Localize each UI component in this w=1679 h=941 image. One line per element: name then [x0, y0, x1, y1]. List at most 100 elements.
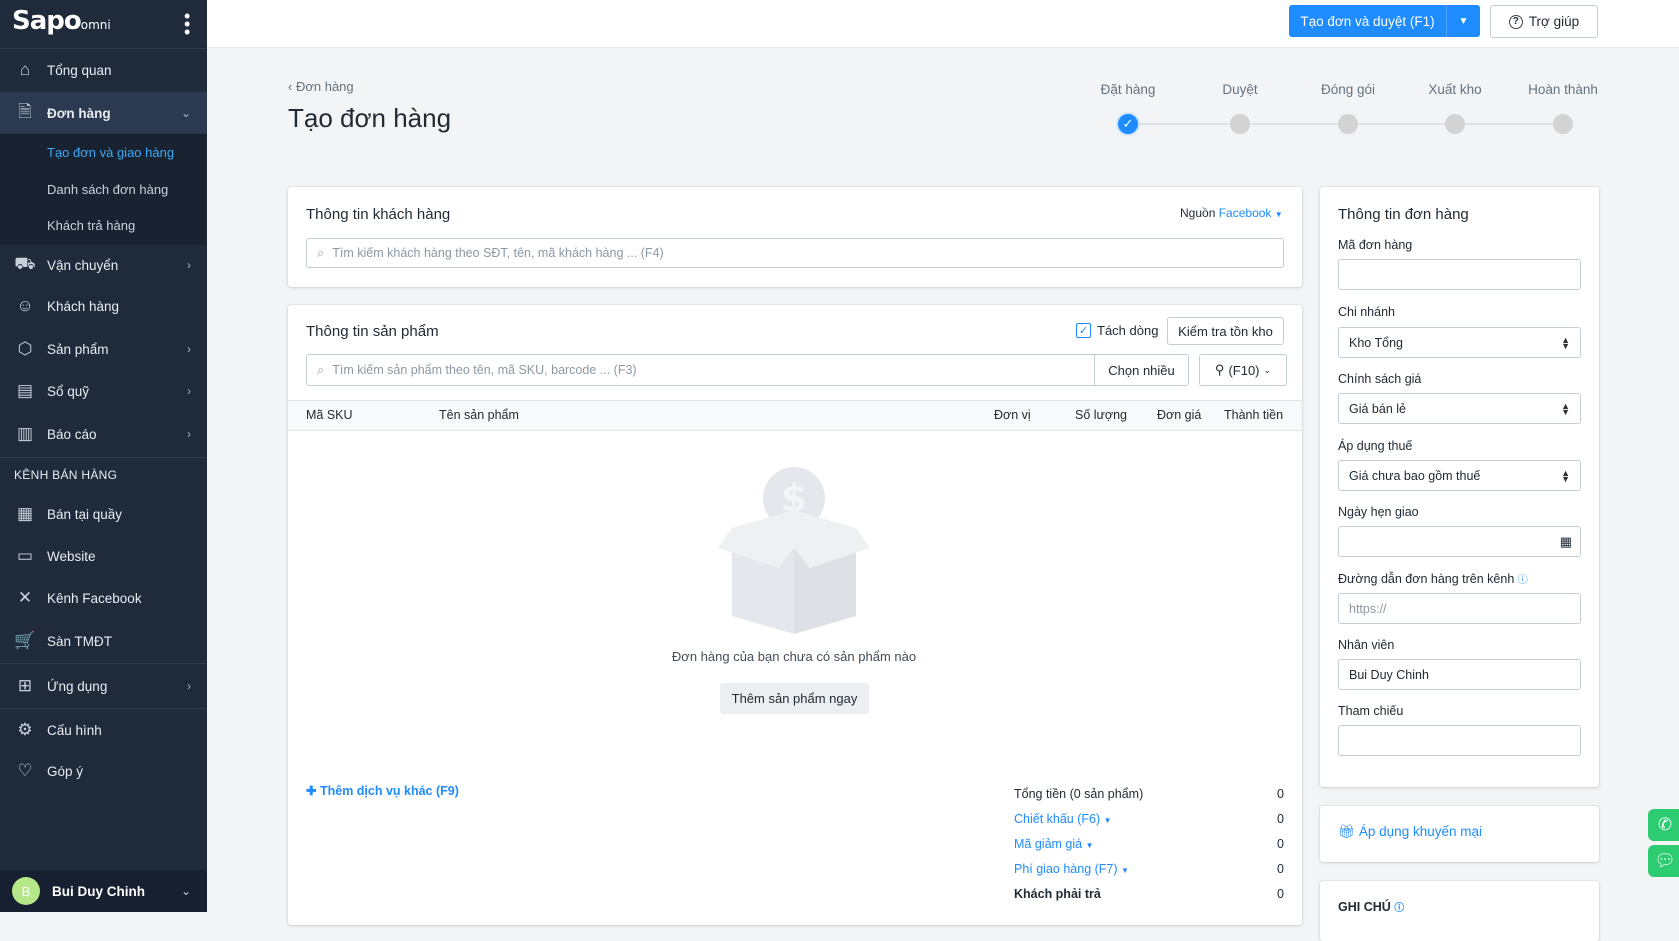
add-product-now-button[interactable]: Thêm sản phẩm ngay	[720, 683, 869, 714]
label: Chiết khấu (F6)	[1014, 812, 1101, 826]
promo-label: Áp dụng khuyến mại	[1358, 824, 1482, 839]
coupon-dropdown[interactable]: Mã giảm giá ▼	[1014, 837, 1094, 851]
submenu-order-list[interactable]: Danh sách đơn hàng	[47, 182, 168, 197]
chevron-down-icon: ⌄	[1263, 364, 1272, 375]
empty-message: Đơn hàng của bạn chưa có sản phẩm nào	[671, 649, 917, 664]
updown-icon: ▲ ▼	[1561, 334, 1570, 351]
channel-link-label: Đường dẫn đơn hàng trên kênh ⓘ	[1338, 571, 1528, 586]
sidebar-item-pos[interactable]: ▦ Bán tại quầy	[0, 494, 207, 534]
label: Cấu hình	[47, 722, 102, 738]
selected-value: Giá chưa bao gồm thuế	[1349, 468, 1481, 483]
summary-total-value: 0	[1277, 787, 1284, 801]
phone-icon[interactable]: ✆	[1648, 809, 1679, 841]
updown-icon: ▲ ▼	[1561, 467, 1570, 484]
summary-shipping-value: 0	[1277, 862, 1284, 876]
info-icon[interactable]: ⓘ	[1394, 903, 1404, 914]
col-total: Thành tiền	[1224, 408, 1284, 422]
step-label: Đặt hàng	[1100, 82, 1156, 97]
scanner-icon: ⚲	[1214, 362, 1225, 377]
add-service-link[interactable]: ✚ Thêm dịch vụ khác (F9)	[306, 783, 459, 798]
label: Bán tại quầy	[47, 506, 123, 522]
sidebar-item-overview[interactable]: ⌂ Tổng quan	[0, 50, 207, 90]
sidebar: Sapoomni • • • ⌂ Tổng quan 🗎 Đơn hàng ⌄ Tạo đ…	[0, 0, 207, 912]
price-policy-label: Chính sách giá	[1338, 372, 1422, 386]
caret-down-icon[interactable]: ▼	[1446, 5, 1480, 37]
branch-select[interactable]: Kho Tổng ▲ ▼	[1338, 327, 1581, 358]
chat-icon[interactable]: 💬︎	[1648, 845, 1679, 877]
help-label: Trợ giúp	[1528, 14, 1580, 29]
calendar-icon[interactable]: ▦	[1560, 534, 1572, 550]
sapo-logo[interactable]: Sapoomni	[12, 6, 111, 36]
source-select[interactable]: Nguồn Facebook ▼	[1180, 206, 1283, 220]
filter-label: (F10)	[1228, 362, 1260, 378]
create-and-approve-button[interactable]: Tạo đơn và duyệt (F1) ▼	[1289, 5, 1480, 37]
submenu-returns[interactable]: Khách trả hàng	[47, 218, 135, 233]
sidebar-item-cashbook[interactable]: ▤ Sổ quỹ ›	[0, 371, 207, 411]
placeholder: https://	[1349, 601, 1387, 616]
box-icon: ⬡	[17, 339, 33, 358]
sidebar-item-website[interactable]: ▭ Website	[0, 536, 207, 576]
submenu-create-order[interactable]: Tạo đơn và giao hàng	[47, 145, 174, 160]
user-menu[interactable]: B Bui Duy Chinh ⌄	[0, 870, 207, 912]
label: Mã giảm giá	[1014, 837, 1083, 851]
heart-chat-icon: ♡	[17, 761, 33, 780]
label: Góp ý	[47, 763, 84, 779]
barcode-mode-button[interactable]: ⚲ (F10) ⌄	[1199, 354, 1287, 386]
sidebar-item-products[interactable]: ⬡ Sản phẩm ›	[0, 329, 207, 369]
sidebar-item-marketplace[interactable]: 🛒 Sàn TMĐT	[0, 621, 207, 661]
product-search-input[interactable]: ⌕ Tìm kiếm sản phẩm theo tên, mã SKU, bar…	[306, 354, 1095, 386]
sidebar-item-apps[interactable]: ⊞ Ứng dụng ›	[0, 666, 207, 706]
help-button[interactable]: ? Trợ giúp	[1490, 5, 1598, 38]
customer-card	[288, 187, 1302, 287]
checkbox-checked-icon[interactable]: ✓	[1076, 323, 1091, 338]
label: Đơn hàng	[47, 105, 111, 121]
chevron-down-icon: ⌄	[180, 106, 191, 120]
sidebar-item-orders[interactable]: 🗎 Đơn hàng ⌄	[0, 92, 207, 134]
col-unit: Đơn vị	[994, 408, 1031, 422]
selected-value: Giá bán lẻ	[1349, 401, 1406, 416]
sidebar-item-customers[interactable]: ☺ Khách hàng	[0, 286, 207, 326]
sidebar-item-facebook[interactable]: ✕ Kênh Facebook	[0, 578, 207, 618]
caret-down-icon[interactable]: ▼	[1275, 210, 1283, 219]
price-policy-select[interactable]: Giá bán lẻ ▲ ▼	[1338, 393, 1581, 424]
chevron-right-icon: ›	[187, 384, 191, 398]
more-icon[interactable]: • • •	[184, 7, 190, 41]
customer-search-input[interactable]: ⌕ Tìm kiếm khách hàng theo SĐT, tên, mã k…	[306, 238, 1284, 268]
tax-select[interactable]: Giá chưa bao gồm thuế ▲ ▼	[1338, 460, 1581, 491]
source-label: Nguồn	[1180, 206, 1216, 220]
network-icon: ✕	[17, 588, 33, 607]
info-icon[interactable]: ⓘ	[1518, 575, 1528, 586]
order-info-title: Thông tin đơn hàng	[1338, 206, 1469, 223]
check-stock-button[interactable]: Kiểm tra tồn kho	[1167, 317, 1284, 345]
create-and-approve-label[interactable]: Tạo đơn và duyệt (F1)	[1289, 14, 1446, 29]
delivery-date-input[interactable]: ▦	[1338, 526, 1581, 557]
source-value[interactable]: Facebook	[1219, 206, 1272, 220]
check-icon: ✓	[1116, 112, 1140, 136]
staff-input[interactable]: Bui Duy Chinh	[1338, 659, 1581, 690]
reference-input[interactable]	[1338, 725, 1581, 756]
sidebar-item-settings[interactable]: ⚙ Cấu hình	[0, 710, 207, 750]
breadcrumb[interactable]: ‹ Đơn hàng	[288, 79, 354, 94]
channel-link-input[interactable]: https://	[1338, 593, 1581, 624]
sidebar-item-feedback[interactable]: ♡ Góp ý	[0, 751, 207, 791]
order-code-input[interactable]	[1338, 259, 1581, 290]
sidebar-item-reports[interactable]: ▥ Báo cáo ›	[0, 414, 207, 454]
shipping-fee-dropdown[interactable]: Phí giao hàng (F7) ▼	[1014, 862, 1129, 876]
apply-promo-link[interactable]: 🎁︎ Áp dụng khuyến mại	[1338, 824, 1482, 840]
order-icon: 🗎	[18, 101, 32, 121]
summary-payable-label: Khách phải trả	[1014, 887, 1101, 901]
cash-icon: ▤	[16, 381, 34, 400]
caret-down-icon: ▼	[1121, 866, 1129, 875]
user-name: Bui Duy Chinh	[52, 883, 145, 899]
step-label: Duyệt	[1222, 82, 1258, 97]
sidebar-item-shipping[interactable]: ⛟ Vận chuyển ›	[0, 245, 207, 285]
summary-coupon-value: 0	[1277, 837, 1284, 851]
split-line-toggle[interactable]: ✓ Tách dòng	[1076, 323, 1158, 338]
step-dot	[1230, 114, 1250, 134]
customer-title: Thông tin khách hàng	[306, 206, 451, 223]
discount-dropdown[interactable]: Chiết khấu (F6) ▼	[1014, 812, 1112, 826]
label: Sàn TMĐT	[47, 633, 113, 649]
gift-icon: 🎁︎	[1338, 824, 1356, 839]
choose-multiple-button[interactable]: Chọn nhiều	[1094, 354, 1189, 386]
breadcrumb-label[interactable]: Đơn hàng	[296, 79, 354, 94]
